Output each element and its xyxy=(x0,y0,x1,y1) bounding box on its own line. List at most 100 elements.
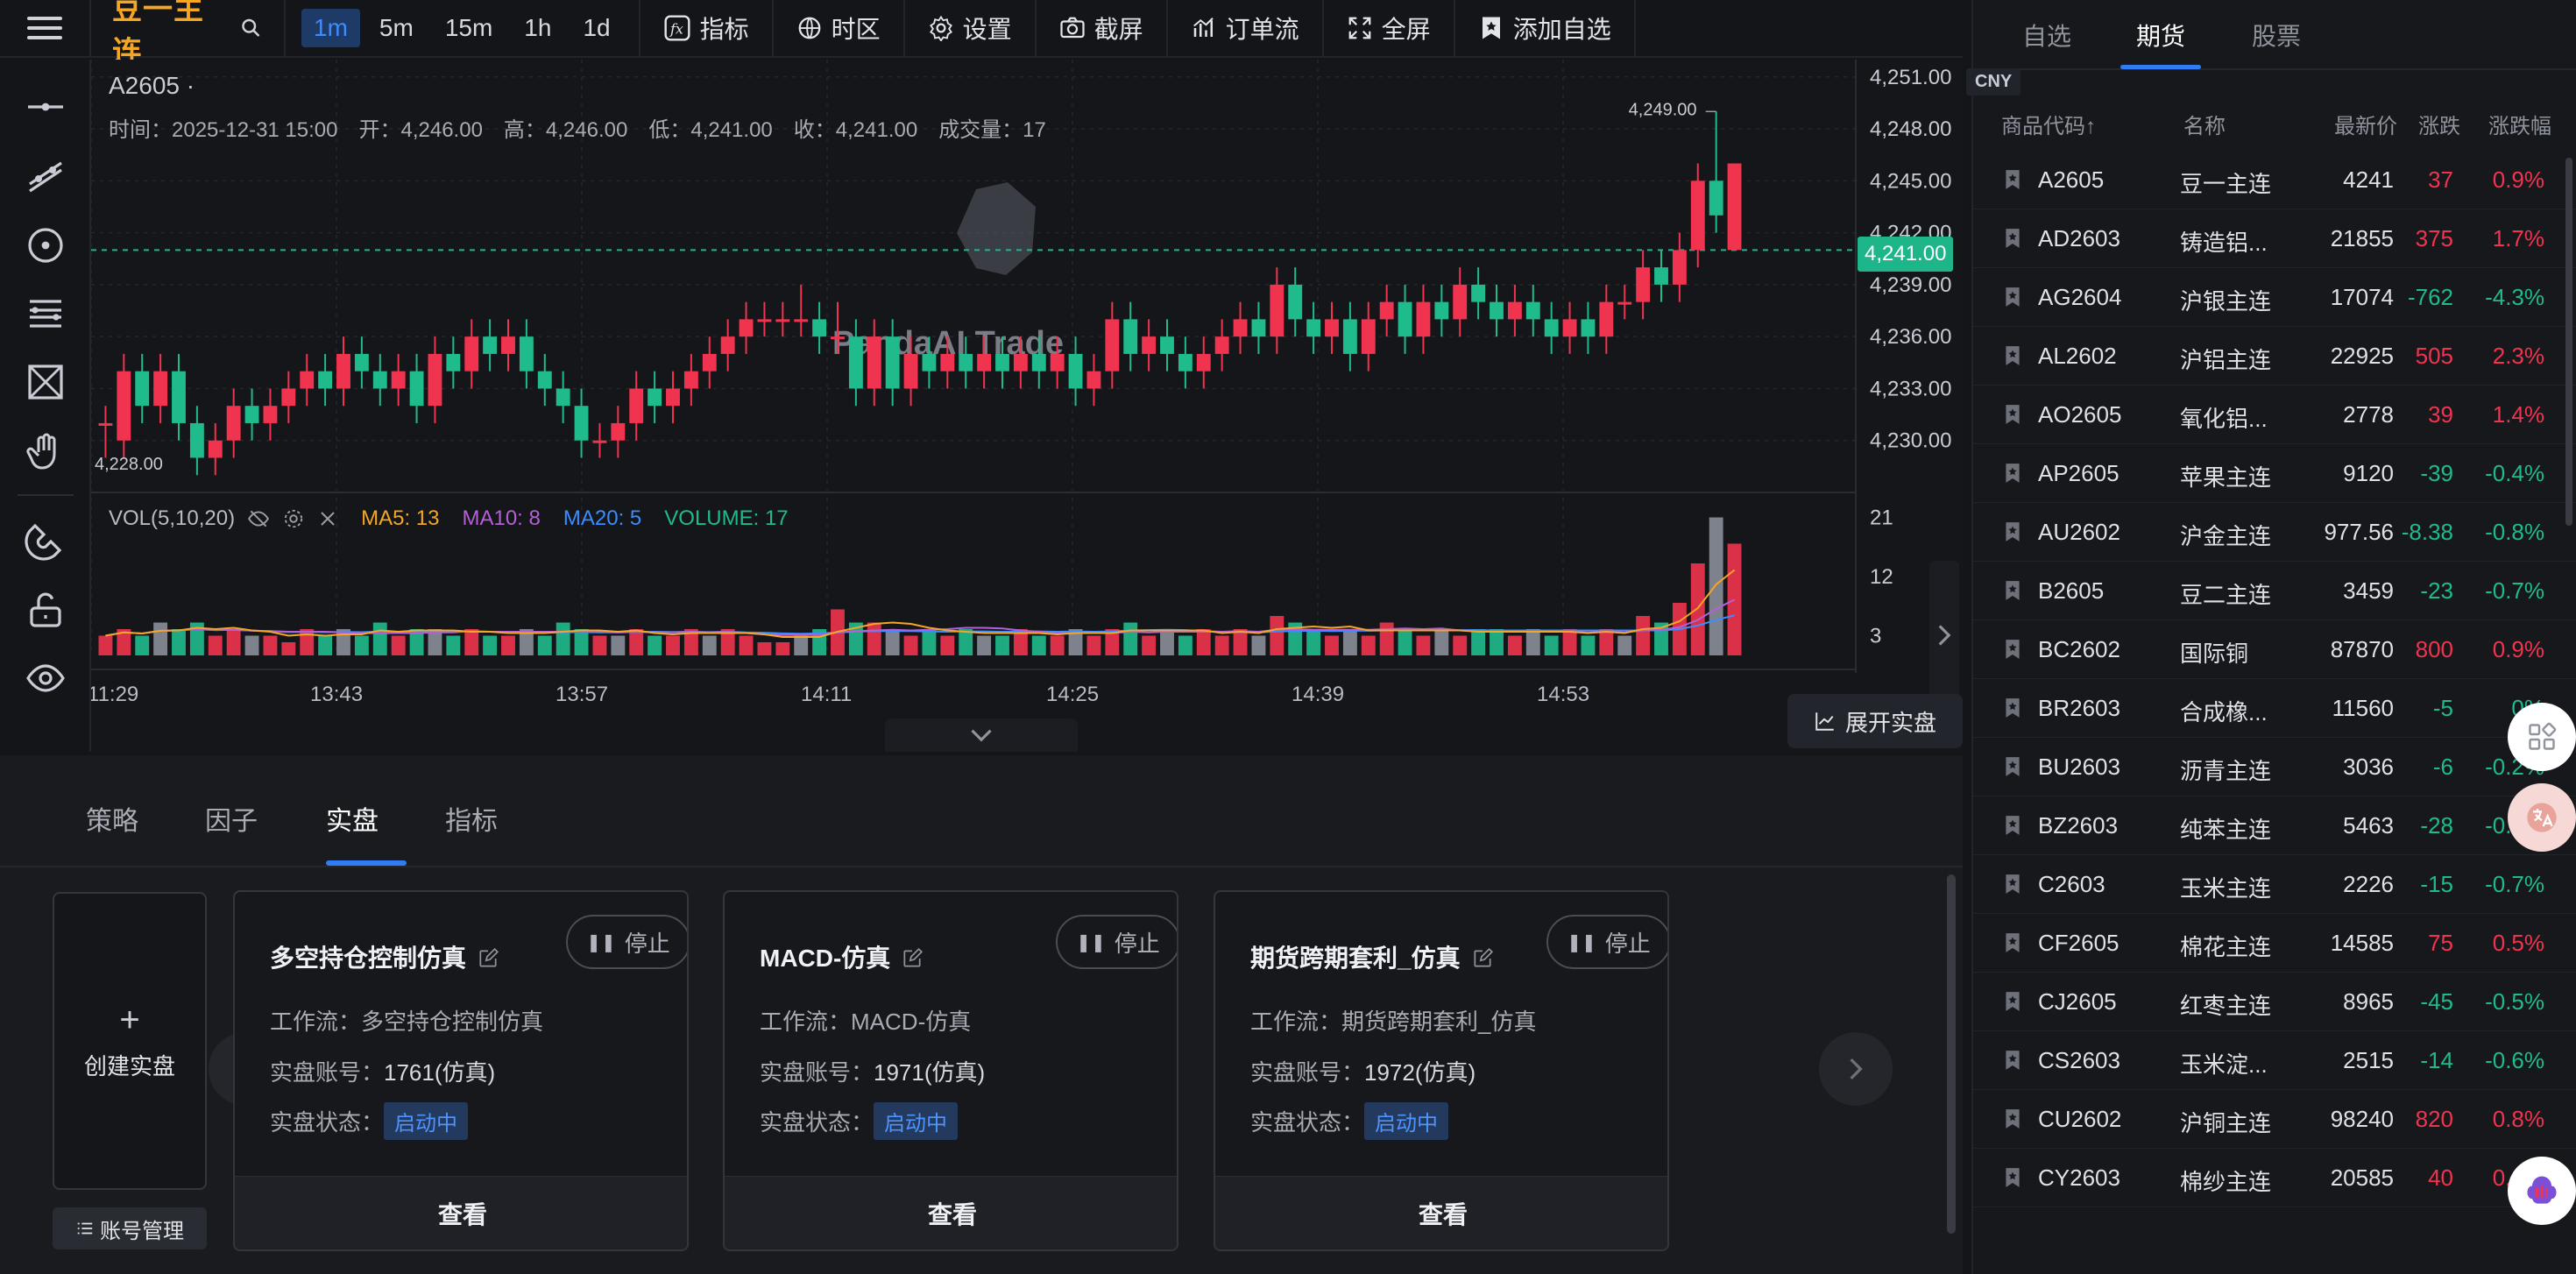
tab-factor[interactable]: 因子 xyxy=(205,799,258,838)
tab-watchlist[interactable]: 自选 xyxy=(2022,18,2071,53)
apps-grid-icon[interactable] xyxy=(2508,703,2576,771)
table-row[interactable]: BC2602 国际铜 87870 800 0.9% xyxy=(1973,620,2576,679)
edit-icon[interactable] xyxy=(1471,947,1494,970)
horizontal-line-icon[interactable] xyxy=(21,82,70,131)
table-row[interactable]: C2603 玉米主连 2226 -15 -0.7% xyxy=(1973,855,2576,914)
chart-canvas[interactable]: 11:29 13:43 13:57 14:11 14:25 14:39 14:53Panda… xyxy=(91,60,1963,752)
bookmark-icon[interactable] xyxy=(2001,755,2024,778)
stop-button[interactable]: ❚❚ 停止 xyxy=(1546,915,1667,969)
screenshot-button[interactable]: 截屏 xyxy=(1037,0,1168,57)
table-row[interactable]: AD2603 铸造铝... 21855 375 1.7% xyxy=(1973,209,2576,268)
search-icon[interactable] xyxy=(239,16,263,40)
hide-eye-icon[interactable] xyxy=(247,507,270,530)
bookmark-icon[interactable] xyxy=(2001,990,2024,1013)
bookmark-icon[interactable] xyxy=(2001,168,2024,191)
timeframe-1d[interactable]: 1d xyxy=(570,9,622,47)
vol-settings-gear-icon[interactable] xyxy=(282,507,305,530)
carousel-next-icon[interactable] xyxy=(1819,1032,1893,1106)
timezone-button[interactable]: 时区 xyxy=(774,0,905,57)
kline-chart[interactable]: 11:29 13:43 13:57 14:11 14:25 14:39 14:53 Panda… xyxy=(91,60,2021,752)
tab-indicator[interactable]: 指标 xyxy=(445,799,498,838)
table-row[interactable]: CS2603 玉米淀... 2515 -14 -0.6% xyxy=(1973,1031,2576,1090)
add-watchlist-button[interactable]: 添加自选 xyxy=(1455,0,1636,57)
table-row[interactable]: BU2603 沥青主连 3036 -6 -0.2% xyxy=(1973,738,2576,796)
collapse-chevron-icon[interactable] xyxy=(885,718,1078,752)
table-row[interactable]: CJ2605 红枣主连 8965 -45 -0.5% xyxy=(1973,973,2576,1031)
bookmark-icon[interactable] xyxy=(2001,520,2024,543)
table-row[interactable]: AU2602 沪金主连 977.56 -8.38 -0.8% xyxy=(1973,503,2576,562)
magnet-icon[interactable] xyxy=(21,515,70,564)
eye-icon[interactable] xyxy=(21,654,70,703)
bookmark-icon[interactable] xyxy=(2001,931,2024,954)
table-row[interactable]: CU2602 沪铜主连 98240 820 0.8% xyxy=(1973,1090,2576,1149)
stop-button[interactable]: ❚❚ 停止 xyxy=(566,915,687,969)
translate-icon[interactable] xyxy=(2508,783,2576,852)
header-name[interactable]: 名称 xyxy=(2183,109,2226,139)
bookmark-icon[interactable] xyxy=(2001,227,2024,250)
bookmark-icon[interactable] xyxy=(2001,344,2024,367)
quote-scrollbar[interactable] xyxy=(2565,158,2572,526)
settings-button[interactable]: 设置 xyxy=(905,0,1037,57)
table-row[interactable]: AG2604 沪银主连 17074 -762 -4.3% xyxy=(1973,268,2576,327)
tab-stocks[interactable]: 股票 xyxy=(2252,18,2301,53)
volume-bar xyxy=(226,629,241,655)
table-row[interactable]: BZ2603纯苯主连5463-28-0.5% xyxy=(1973,796,2576,855)
create-live-card[interactable]: + 创建实盘 xyxy=(53,892,207,1190)
unlock-icon[interactable] xyxy=(21,585,70,634)
candle-body xyxy=(1288,284,1303,320)
expand-live-button[interactable]: 展开实盘 xyxy=(1787,694,1963,748)
row-code: AU2602 xyxy=(2038,519,2120,545)
bookmark-icon[interactable] xyxy=(2001,814,2024,837)
table-row[interactable]: CF2605 棉花主连 14585 75 0.5% xyxy=(1973,914,2576,973)
timeframe-15m[interactable]: 15m xyxy=(433,9,505,47)
table-row[interactable]: AL2602 沪铝主连 22925 505 2.3% xyxy=(1973,327,2576,386)
bookmark-icon[interactable] xyxy=(2001,697,2024,719)
header-change[interactable]: 涨跌 xyxy=(2418,109,2460,139)
bookmark-icon[interactable] xyxy=(2001,579,2024,602)
symbol-selector[interactable]: 豆一主连 xyxy=(91,0,286,69)
timeframe-1h[interactable]: 1h xyxy=(512,9,563,47)
fullscreen-button[interactable]: 全屏 xyxy=(1324,0,1455,57)
view-button[interactable]: 查看 xyxy=(725,1176,1177,1249)
bookmark-icon[interactable] xyxy=(2001,1166,2024,1189)
bookmark-icon[interactable] xyxy=(2001,1108,2024,1130)
view-button[interactable]: 查看 xyxy=(235,1176,687,1249)
timeframe-5m[interactable]: 5m xyxy=(367,9,426,47)
tab-strategy[interactable]: 策略 xyxy=(86,799,138,838)
fibonacci-icon[interactable] xyxy=(21,289,70,338)
pattern-tool-icon[interactable] xyxy=(21,357,70,407)
circle-tool-icon[interactable] xyxy=(21,221,70,270)
table-row[interactable]: AO2605 氧化铝... 2778 39 1.4% xyxy=(1973,386,2576,444)
bookmark-icon[interactable] xyxy=(2001,873,2024,895)
view-button[interactable]: 查看 xyxy=(1215,1176,1667,1249)
bottom-scrollbar[interactable] xyxy=(1947,874,1956,1234)
edit-icon[interactable] xyxy=(477,947,499,970)
hand-pan-icon[interactable] xyxy=(21,428,70,477)
table-row[interactable]: A2605 豆一主连 4241 37 0.9% xyxy=(1973,151,2576,209)
timeframe-1m[interactable]: 1m xyxy=(301,9,360,47)
trendline-icon[interactable] xyxy=(21,151,70,200)
bookmark-icon[interactable] xyxy=(2001,638,2024,661)
orderflow-button[interactable]: 订单流 xyxy=(1168,0,1324,57)
table-row[interactable]: BR2603合成橡...11560-50% xyxy=(1973,679,2576,738)
bookmark-icon[interactable] xyxy=(2001,462,2024,485)
stop-button[interactable]: ❚❚ 停止 xyxy=(1056,915,1177,969)
edit-icon[interactable] xyxy=(901,947,924,970)
header-code[interactable]: 商品代码↑ xyxy=(2001,109,2096,139)
tab-live[interactable]: 实盘 xyxy=(326,799,379,838)
chart-right-arrow-icon[interactable] xyxy=(1929,561,1959,710)
header-price[interactable]: 最新价 xyxy=(2334,109,2397,139)
bookmark-icon[interactable] xyxy=(2001,403,2024,426)
table-row[interactable]: B2605 豆二主连 3459 -23 -0.7% xyxy=(1973,562,2576,620)
header-change-pct[interactable]: 涨跌幅 xyxy=(2488,109,2551,139)
ai-assistant-icon[interactable] xyxy=(2508,1157,2576,1225)
account-manage-button[interactable]: 账号管理 xyxy=(53,1207,207,1249)
bookmark-icon[interactable] xyxy=(2001,286,2024,308)
bookmark-icon[interactable] xyxy=(2001,1049,2024,1072)
table-row[interactable]: AP2605 苹果主连 9120 -39 -0.4% xyxy=(1973,444,2576,503)
table-row[interactable]: CY2603棉纱主连20585400.2% xyxy=(1973,1149,2576,1207)
indicator-button[interactable]: fx 指标 xyxy=(640,0,774,57)
hamburger-menu-icon[interactable] xyxy=(0,0,91,57)
tab-futures[interactable]: 期货 xyxy=(2136,18,2185,53)
close-icon[interactable] xyxy=(317,508,338,529)
